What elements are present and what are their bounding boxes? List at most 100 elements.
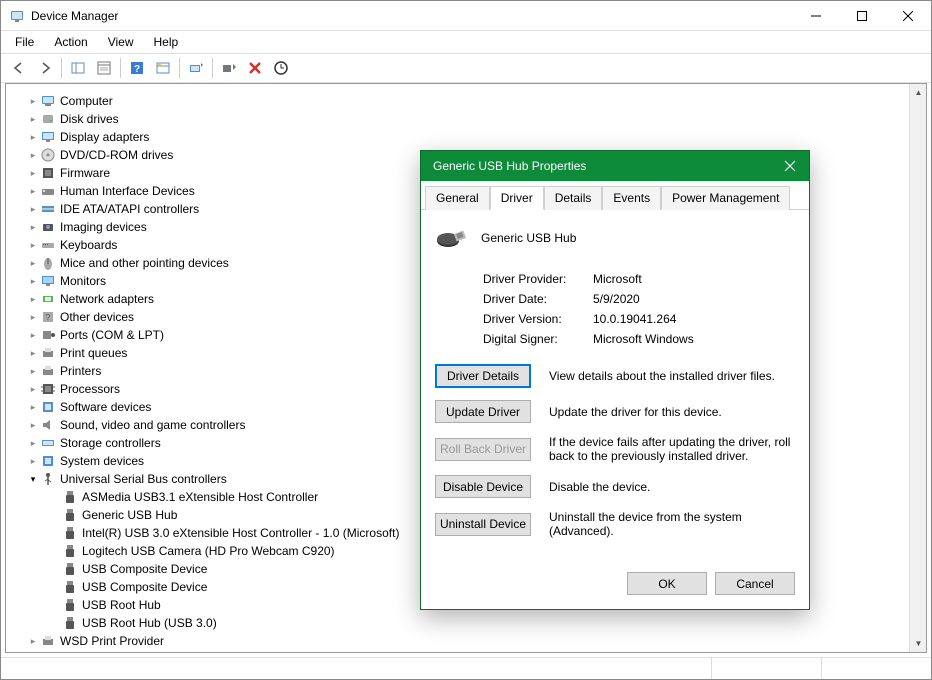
dialog-titlebar[interactable]: Generic USB Hub Properties xyxy=(421,151,809,181)
expander-icon[interactable]: ▸ xyxy=(26,274,40,288)
category-icon xyxy=(40,93,56,109)
uninstall-device-button[interactable] xyxy=(243,56,267,80)
tree-item-label: Keyboards xyxy=(60,236,117,254)
expander-icon[interactable]: ▸ xyxy=(26,292,40,306)
scroll-up-arrow[interactable]: ▲ xyxy=(910,84,927,101)
scan-hardware-button[interactable] xyxy=(269,56,293,80)
expander-icon[interactable]: ▸ xyxy=(26,184,40,198)
usb-device-icon xyxy=(62,525,78,541)
provider-label: Driver Provider: xyxy=(483,272,593,286)
scroll-down-arrow[interactable]: ▼ xyxy=(910,635,927,652)
back-button[interactable] xyxy=(7,56,31,80)
expander-icon[interactable]: ▸ xyxy=(26,328,40,342)
svg-text:?: ? xyxy=(134,64,140,75)
tree-item-label: System devices xyxy=(60,452,144,470)
window-title: Device Manager xyxy=(31,9,793,23)
expander-icon[interactable]: ▸ xyxy=(26,238,40,252)
tab-general[interactable]: General xyxy=(425,186,490,210)
driver-details-desc: View details about the installed driver … xyxy=(549,369,775,383)
category-icon xyxy=(40,111,56,127)
menubar: File Action View Help xyxy=(1,31,931,53)
category-icon xyxy=(40,381,56,397)
toolbar: ? xyxy=(1,53,931,83)
close-button[interactable] xyxy=(885,1,931,31)
category-icon xyxy=(40,345,56,361)
dialog-close-button[interactable] xyxy=(775,155,805,177)
update-driver-button[interactable] xyxy=(184,56,208,80)
titlebar: Device Manager xyxy=(1,1,931,31)
tree-item-label: Printers xyxy=(60,362,101,380)
menu-file[interactable]: File xyxy=(5,33,44,51)
tab-power-management[interactable]: Power Management xyxy=(661,186,790,210)
tree-item[interactable]: ▸ Display adapters xyxy=(12,128,926,146)
tree-item-label: Monitors xyxy=(60,272,106,290)
expander-placeholder xyxy=(48,562,62,576)
tree-item[interactable]: ▸ WSD Print Provider xyxy=(12,632,926,650)
expander-icon[interactable]: ▸ xyxy=(26,202,40,216)
device-manager-window: Device Manager File Action View Help ? ▸ xyxy=(0,0,932,680)
help-button[interactable]: ? xyxy=(125,56,149,80)
dialog-title: Generic USB Hub Properties xyxy=(433,159,775,173)
tab-events[interactable]: Events xyxy=(602,186,661,210)
tab-driver[interactable]: Driver xyxy=(490,186,544,210)
menu-help[interactable]: Help xyxy=(144,33,189,51)
expander-icon[interactable]: ▸ xyxy=(26,130,40,144)
expander-icon[interactable]: ▸ xyxy=(26,400,40,414)
show-hide-tree-button[interactable] xyxy=(66,56,90,80)
properties-button[interactable] xyxy=(92,56,116,80)
expander-icon[interactable]: ▾ xyxy=(26,472,40,486)
category-icon xyxy=(40,273,56,289)
tree-item-label: Firmware xyxy=(60,164,110,182)
expander-icon[interactable]: ▸ xyxy=(26,166,40,180)
expander-icon[interactable]: ▸ xyxy=(26,220,40,234)
tree-item-label: WSD Print Provider xyxy=(60,632,164,650)
category-icon xyxy=(40,291,56,307)
view-mode-button[interactable] xyxy=(151,56,175,80)
uninstall-device-button[interactable]: Uninstall Device xyxy=(435,513,531,536)
enable-device-button[interactable] xyxy=(217,56,241,80)
tree-item-label: Generic USB Hub xyxy=(82,506,177,524)
vertical-scrollbar[interactable]: ▲ ▼ xyxy=(909,84,926,652)
forward-button[interactable] xyxy=(33,56,57,80)
tree-item[interactable]: ▸ Computer xyxy=(12,92,926,110)
update-driver-desc: Update the driver for this device. xyxy=(549,405,722,419)
expander-icon[interactable]: ▸ xyxy=(26,634,40,648)
expander-icon[interactable]: ▸ xyxy=(26,454,40,468)
ok-button[interactable]: OK xyxy=(627,572,707,595)
expander-icon[interactable]: ▸ xyxy=(26,256,40,270)
expander-icon[interactable]: ▸ xyxy=(26,382,40,396)
category-icon xyxy=(40,183,56,199)
signer-label: Digital Signer: xyxy=(483,332,593,346)
minimize-button[interactable] xyxy=(793,1,839,31)
expander-icon[interactable]: ▸ xyxy=(26,418,40,432)
category-icon xyxy=(40,327,56,343)
menu-view[interactable]: View xyxy=(98,33,144,51)
disable-device-button[interactable]: Disable Device xyxy=(435,475,531,498)
expander-icon[interactable]: ▸ xyxy=(26,148,40,162)
tree-item-label: Processors xyxy=(60,380,120,398)
update-driver-button[interactable]: Update Driver xyxy=(435,400,531,423)
expander-icon[interactable]: ▸ xyxy=(26,346,40,360)
tree-item-label: Display adapters xyxy=(60,128,149,146)
expander-icon[interactable]: ▸ xyxy=(26,436,40,450)
tree-item-label: Disk drives xyxy=(60,110,119,128)
app-icon xyxy=(9,8,25,24)
cancel-button[interactable]: Cancel xyxy=(715,572,795,595)
tree-item-label: USB Root Hub xyxy=(82,596,161,614)
tab-details[interactable]: Details xyxy=(544,186,603,210)
expander-icon[interactable]: ▸ xyxy=(26,364,40,378)
properties-dialog: Generic USB Hub Properties General Drive… xyxy=(420,150,810,610)
signer-value: Microsoft Windows xyxy=(593,332,694,346)
menu-action[interactable]: Action xyxy=(44,33,97,51)
tree-item-label: IDE ATA/ATAPI controllers xyxy=(60,200,199,218)
expander-placeholder xyxy=(48,616,62,630)
driver-details-button[interactable]: Driver Details xyxy=(435,364,531,388)
tree-item-label: Computer xyxy=(60,92,113,110)
maximize-button[interactable] xyxy=(839,1,885,31)
disable-device-desc: Disable the device. xyxy=(549,480,650,494)
expander-icon[interactable]: ▸ xyxy=(26,310,40,324)
tree-item[interactable]: USB Root Hub (USB 3.0) xyxy=(12,614,926,632)
expander-icon[interactable]: ▸ xyxy=(26,94,40,108)
expander-icon[interactable]: ▸ xyxy=(26,112,40,126)
tree-item[interactable]: ▸ Disk drives xyxy=(12,110,926,128)
